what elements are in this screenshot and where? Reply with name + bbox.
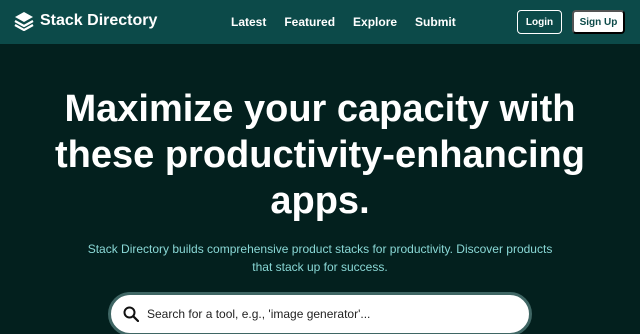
nav-link-featured[interactable]: Featured: [284, 14, 335, 30]
hero-subtitle: Stack Directory builds comprehensive pro…: [87, 242, 553, 274]
nav-link-explore[interactable]: Explore: [353, 14, 397, 30]
hero-title: Maximize your capacity with these produc…: [55, 88, 585, 222]
search-icon: [123, 306, 139, 322]
login-button[interactable]: Login: [517, 10, 562, 34]
navbar: Stack Directory Latest Featured Explore …: [0, 0, 640, 44]
stack-logo-icon: [14, 12, 34, 31]
brand-logo-link[interactable]: Stack Directory: [14, 10, 157, 32]
nav-link-submit[interactable]: Submit: [415, 14, 456, 30]
signup-button[interactable]: Sign Up: [572, 10, 625, 34]
brand-name: Stack Directory: [40, 12, 158, 29]
search-input[interactable]: [147, 307, 529, 321]
nav-link-latest[interactable]: Latest: [231, 14, 266, 30]
search-bar[interactable]: [108, 292, 532, 334]
main-nav: Latest Featured Explore Submit: [231, 14, 456, 30]
